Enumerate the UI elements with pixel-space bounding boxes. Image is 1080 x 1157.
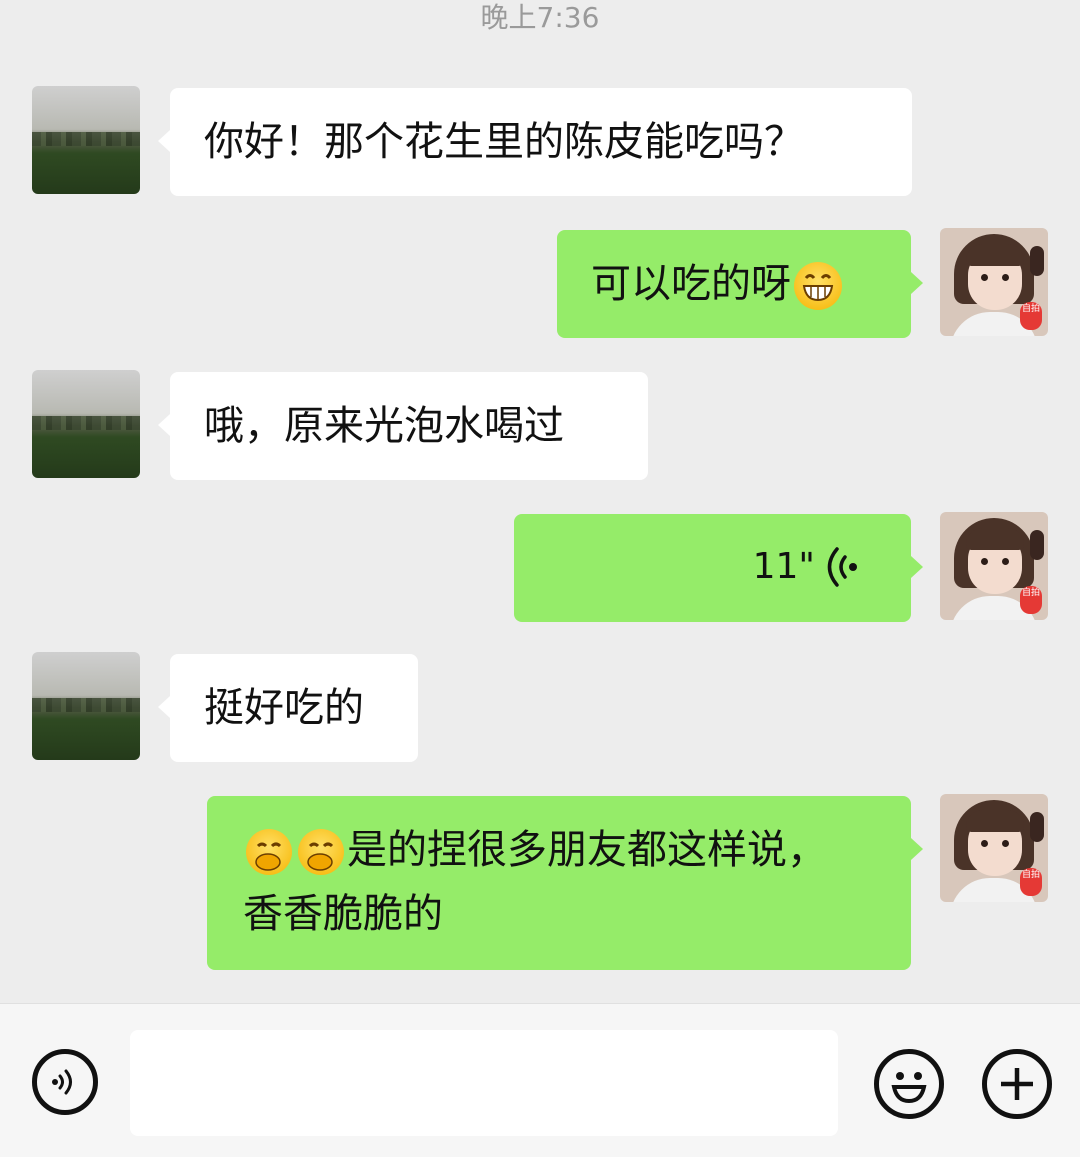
plus-button[interactable] xyxy=(982,1049,1052,1119)
plus-icon xyxy=(1001,1068,1033,1100)
avatar-badge: 自拍 xyxy=(1020,868,1042,896)
message-row: 11" 自拍 xyxy=(0,512,1080,622)
contact-avatar[interactable] xyxy=(32,652,140,760)
emoji-button[interactable] xyxy=(874,1049,944,1119)
voice-mode-button[interactable] xyxy=(32,1049,98,1115)
my-avatar[interactable]: 自拍 xyxy=(940,512,1048,620)
message-line: 香香脆脆的 xyxy=(243,882,891,946)
message-bubble[interactable]: 哦，原来光泡水喝过 xyxy=(158,372,648,480)
voice-wave-icon xyxy=(827,547,857,587)
message-row: 挺好吃的 xyxy=(0,652,1080,762)
message-row: 你好！那个花生里的陈皮能吃吗？ xyxy=(0,86,1080,196)
message-row: 哦，原来光泡水喝过 xyxy=(0,370,1080,480)
avatar-badge: 自拍 xyxy=(1020,302,1042,330)
emoji-icon xyxy=(891,1072,927,1104)
chat-input-bar xyxy=(0,1003,1080,1157)
hand-over-mouth-emoji xyxy=(298,829,344,875)
message-row: 可以吃的呀 自拍 xyxy=(0,228,1080,338)
message-input[interactable] xyxy=(130,1030,838,1136)
message-bubble[interactable]: 你好！那个花生里的陈皮能吃吗？ xyxy=(158,88,912,196)
message-row: 是的捏很多朋友都这样说， 香香脆脆的 自拍 xyxy=(0,794,1080,970)
message-bubble[interactable]: 可以吃的呀 xyxy=(557,230,923,338)
voice-duration: 11" xyxy=(752,546,815,587)
avatar-badge: 自拍 xyxy=(1020,586,1042,614)
message-text: 香香脆脆的 xyxy=(243,891,443,937)
message-text: 哦，原来光泡水喝过 xyxy=(204,403,564,449)
voice-mode-icon xyxy=(52,1069,72,1095)
chat-timestamp: 晚上7:36 xyxy=(480,1,600,34)
contact-avatar[interactable] xyxy=(32,370,140,478)
message-text: 挺好吃的 xyxy=(204,685,364,731)
my-avatar[interactable]: 自拍 xyxy=(940,228,1048,336)
message-line: 是的捏很多朋友都这样说， xyxy=(243,818,891,882)
message-bubble[interactable]: 挺好吃的 xyxy=(158,654,418,762)
grinning-face-emoji xyxy=(794,262,842,310)
message-text: 你好！那个花生里的陈皮能吃吗？ xyxy=(204,119,804,165)
message-text: 可以吃的呀 xyxy=(591,261,791,307)
my-avatar[interactable]: 自拍 xyxy=(940,794,1048,902)
message-text: 是的捏很多朋友都这样说， xyxy=(347,827,827,873)
hand-over-mouth-emoji xyxy=(246,829,292,875)
voice-message-bubble[interactable]: 11" xyxy=(514,514,923,622)
contact-avatar[interactable] xyxy=(32,86,140,194)
message-bubble[interactable]: 是的捏很多朋友都这样说， 香香脆脆的 xyxy=(207,796,923,970)
